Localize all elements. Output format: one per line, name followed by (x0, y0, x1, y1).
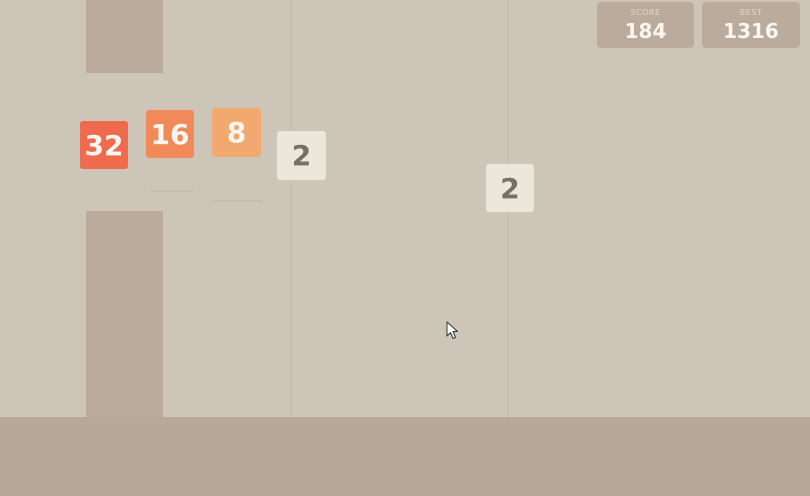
tile-32: 32 (80, 121, 128, 169)
top-pipe-obstacle (86, 0, 163, 73)
tile-trail-shadow (212, 200, 262, 202)
mouse-pointer-icon (446, 321, 458, 339)
tile-2: 2 (486, 164, 534, 212)
tile-16: 16 (146, 110, 194, 158)
best-label: BEST (739, 8, 763, 17)
score-value: 184 (624, 19, 667, 43)
tile-trail-shadow (150, 190, 194, 192)
background-column-divider (290, 0, 292, 417)
bottom-pipe-obstacle (86, 211, 163, 417)
best-score-box: BEST 1316 (702, 2, 800, 48)
game-scene[interactable]: SCORE 184 BEST 1316 32 16 8 2 2 (0, 0, 810, 496)
best-value: 1316 (723, 19, 779, 43)
tile-8: 8 (212, 108, 261, 157)
tile-2: 2 (277, 131, 326, 180)
score-label: SCORE (630, 8, 661, 17)
ground-floor (0, 417, 810, 496)
score-box: SCORE 184 (597, 2, 694, 48)
